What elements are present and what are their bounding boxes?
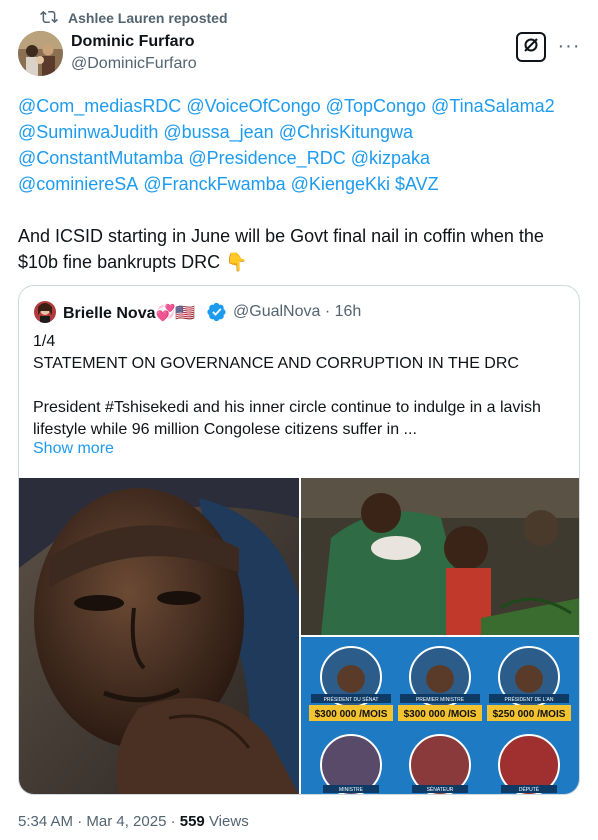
tweet-text: And ICSID starting in June will be Govt … — [18, 226, 544, 272]
graphic-label: PRÉSIDENT DU SÉNAT — [324, 696, 379, 703]
repost-text: Ashlee Lauren reposted — [68, 10, 228, 26]
quoted-tweet[interactable]: Brielle Nova💞🇺🇸 @GualNova · 16h 1/4 STAT… — [18, 285, 580, 795]
timestamp[interactable]: 5:34 AM · Mar 4, 2025 · — [18, 813, 180, 830]
quote-text: 1/4 STATEMENT ON GOVERNANCE AND CORRUPTI… — [33, 331, 563, 441]
tweet-meta: 5:34 AM · Mar 4, 2025 · 559 Views — [18, 813, 249, 830]
verified-badge-icon — [207, 302, 227, 322]
author-handle[interactable]: @DominicFurfaro — [71, 55, 197, 73]
mention-link[interactable]: @ChrisKitungwa — [279, 122, 413, 142]
mention-link[interactable]: @ConstantMutamba — [18, 148, 183, 168]
show-more-link[interactable]: Show more — [33, 440, 114, 458]
mentions-block: @Com_mediasRDC @VoiceOfCongo @TopCongo @Tin… — [18, 93, 583, 197]
graphic-bottom-label: SÉNATEUR — [427, 786, 454, 793]
graphic-bottom-label: MINISTRE — [339, 787, 364, 793]
graphic-salary: $250 000 /MOIS — [493, 709, 566, 720]
quote-line: STATEMENT ON GOVERNANCE AND CORRUPTION I… — [33, 355, 519, 372]
graphic-label: PREMIER MINISTRE — [416, 697, 465, 703]
grok-button[interactable] — [516, 32, 546, 62]
author-name[interactable]: Dominic Furfaro — [71, 33, 195, 51]
views-count: 559 — [179, 813, 205, 830]
mention-link[interactable]: @Com_mediasRDC — [18, 96, 181, 116]
mention-link[interactable]: @cominiereSA — [18, 174, 138, 194]
quote-image-family[interactable] — [301, 478, 579, 635]
more-options-button[interactable]: ··· — [557, 34, 581, 57]
mention-link[interactable]: @KiengeKki — [291, 174, 390, 194]
mention-link[interactable]: @Presidence_RDC — [188, 148, 345, 168]
mention-link[interactable]: @TinaSalama2 — [431, 96, 555, 116]
mention-link[interactable]: @FranckFwamba — [143, 174, 285, 194]
cashtag-link[interactable]: $AVZ — [395, 174, 439, 194]
mention-link[interactable]: @SuminwaJudith — [18, 122, 158, 142]
quote-image-salaries-graphic[interactable]: PRÉSIDENT DU SÉNAT PREMIER MINISTRE PRÉS… — [301, 637, 579, 794]
grok-icon — [522, 36, 540, 59]
graphic-bottom-label: DÉPUTÉ — [519, 786, 540, 793]
author-avatar[interactable] — [18, 31, 63, 76]
graphic-label: PRÉSIDENT DE L'AN — [505, 696, 554, 703]
views-label: Views — [204, 813, 249, 830]
mention-link[interactable]: @VoiceOfCongo — [186, 96, 320, 116]
repost-icon — [40, 8, 58, 29]
quote-line: 1/4 — [33, 333, 56, 350]
mention-link[interactable]: @TopCongo — [326, 96, 426, 116]
graphic-salary: $300 000 /MOIS — [315, 709, 388, 720]
mention-link[interactable]: @kizpaka — [351, 148, 430, 168]
quote-line: President #Tshisekedi and his inner circ… — [33, 399, 541, 438]
graphic-salary: $300 000 /MOIS — [404, 709, 477, 720]
quote-author-name[interactable]: Brielle Nova💞🇺🇸 — [63, 303, 195, 323]
repost-indicator[interactable]: Ashlee Lauren reposted — [40, 8, 228, 28]
quote-image-woman[interactable] — [19, 478, 299, 794]
mention-link[interactable]: @bussa_jean — [163, 122, 273, 142]
quote-author-handle[interactable]: @GualNova · 16h — [233, 303, 361, 321]
quote-author-avatar[interactable] — [34, 301, 56, 323]
more-icon: ··· — [557, 34, 581, 57]
